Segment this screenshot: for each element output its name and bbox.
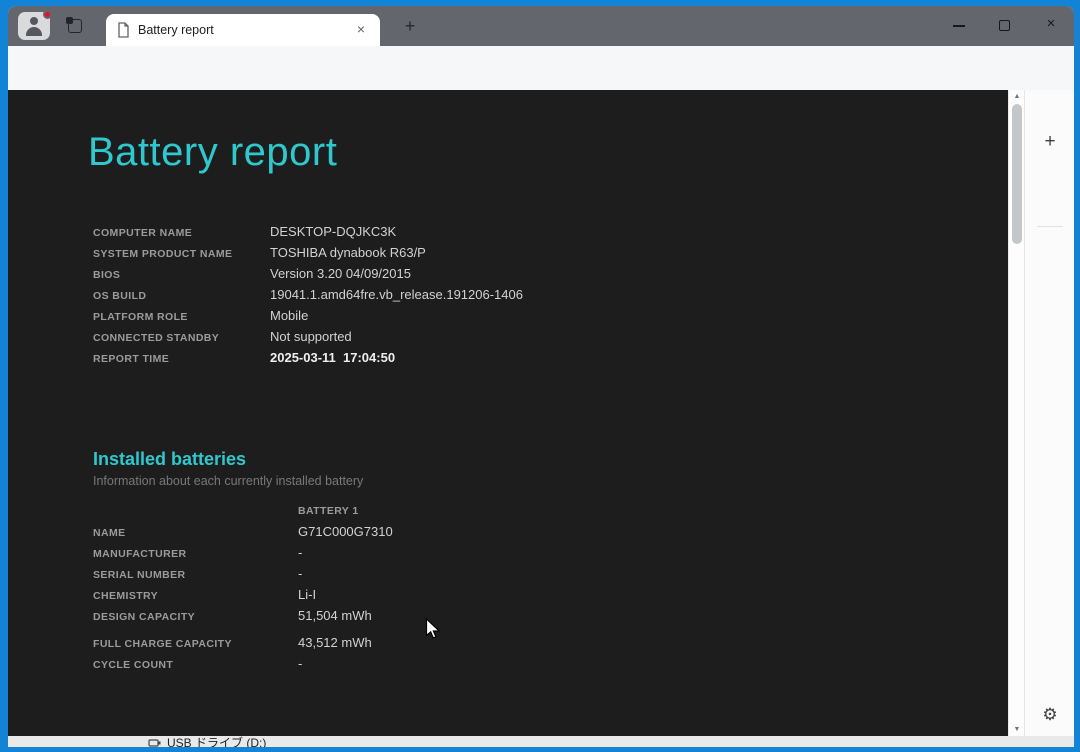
tab-title: Battery report bbox=[138, 23, 214, 37]
field-label: MANUFACTURER bbox=[93, 548, 187, 560]
close-button[interactable]: × bbox=[1028, 6, 1074, 46]
system-info-row: PLATFORM ROLE Mobile bbox=[8, 308, 1008, 329]
background-explorer-window[interactable]: USB ドライブ (D:) bbox=[8, 736, 1074, 747]
browser-tab[interactable]: Battery report × bbox=[106, 14, 380, 46]
sidebar-divider bbox=[1037, 226, 1063, 227]
battery-info-row: CHEMISTRY Li-I bbox=[8, 587, 1008, 608]
field-value: 43,512 mWh bbox=[298, 635, 372, 650]
sidebar-settings-button[interactable]: ⚙ bbox=[1039, 704, 1061, 726]
mouse-cursor bbox=[425, 618, 441, 639]
field-value: - bbox=[298, 656, 303, 671]
scroll-down-icon[interactable]: ▼ bbox=[1009, 726, 1025, 733]
battery-info-row: MANUFACTURER - bbox=[8, 545, 1008, 566]
title-bar: Battery report × + × bbox=[8, 6, 1074, 46]
drive-label: USB ドライブ (D:) bbox=[167, 736, 267, 747]
battery-report-page: Battery report COMPUTER NAME DESKTOP-DQJ… bbox=[8, 90, 1008, 736]
section-heading: Installed batteries bbox=[93, 449, 247, 469]
system-info-row: BIOS Version 3.20 04/09/2015 bbox=[8, 266, 1008, 287]
page-title: Battery report bbox=[88, 130, 338, 174]
field-value: Not supported bbox=[270, 329, 352, 344]
field-value: 51,504 mWh bbox=[298, 608, 372, 623]
content-area: Battery report COMPUTER NAME DESKTOP-DQJ… bbox=[8, 90, 1074, 736]
system-info-row: OS BUILD 19041.1.amd64fre.vb_release.191… bbox=[8, 287, 1008, 308]
field-label: DESIGN CAPACITY bbox=[93, 611, 196, 623]
tab-close-icon[interactable]: × bbox=[352, 21, 370, 39]
field-value: Mobile bbox=[270, 308, 309, 323]
scroll-up-icon[interactable]: ▲ bbox=[1009, 93, 1025, 100]
avatar-icon bbox=[26, 27, 42, 36]
field-label: CYCLE COUNT bbox=[93, 659, 174, 671]
workspaces-icon[interactable] bbox=[66, 17, 84, 35]
profile-notification-dot bbox=[43, 10, 52, 19]
field-value: - bbox=[298, 566, 303, 581]
page-scrollbar[interactable]: ▲ ▼ bbox=[1008, 90, 1024, 736]
field-label: OS BUILD bbox=[93, 290, 147, 302]
battery-column-header: BATTERY 1 bbox=[298, 505, 359, 517]
field-value: 19041.1.amd64fre.vb_release.191206-1406 bbox=[270, 287, 523, 302]
system-info-row: CONNECTED STANDBY Not supported bbox=[8, 329, 1008, 350]
battery-info-row: SERIAL NUMBER - bbox=[8, 566, 1008, 587]
field-label: BIOS bbox=[93, 269, 121, 281]
field-value: G71C000G7310 bbox=[298, 524, 393, 539]
close-icon: × bbox=[1046, 15, 1056, 32]
field-label: CONNECTED STANDBY bbox=[93, 332, 220, 344]
field-value: 2025-03-11 17:04:50 bbox=[270, 350, 396, 365]
desktop: { "browser": { "tab_title": "Battery rep… bbox=[0, 0, 1080, 752]
field-value: - bbox=[298, 545, 303, 560]
profile-button[interactable] bbox=[18, 10, 52, 40]
field-value: TOSHIBA dynabook R63/P bbox=[270, 245, 426, 260]
usb-drive-icon bbox=[148, 739, 161, 747]
maximize-icon bbox=[999, 20, 1010, 31]
browser-window: Battery report × + × ← bbox=[8, 6, 1074, 736]
new-tab-button[interactable]: + bbox=[398, 16, 422, 38]
field-value: Li-I bbox=[298, 587, 317, 602]
avatar-icon bbox=[30, 17, 38, 25]
maximize-button[interactable] bbox=[982, 6, 1028, 46]
scrollbar-thumb[interactable] bbox=[1012, 104, 1022, 244]
window-controls: × bbox=[936, 6, 1074, 46]
battery-info-row: DESIGN CAPACITY 51,504 mWh bbox=[8, 608, 1008, 629]
field-label: COMPUTER NAME bbox=[93, 227, 193, 239]
field-label: SYSTEM PRODUCT NAME bbox=[93, 248, 233, 260]
minimize-icon bbox=[953, 25, 965, 27]
system-info-row: COMPUTER NAME DESKTOP-DQJKC3K bbox=[8, 224, 1008, 245]
battery-info-row: NAME G71C000G7310 bbox=[8, 524, 1008, 545]
battery-info-row: CYCLE COUNT - bbox=[8, 656, 1008, 677]
field-value: DESKTOP-DQJKC3K bbox=[270, 224, 397, 239]
system-info-row: REPORT TIME 2025-03-11 17:04:50 bbox=[8, 350, 1008, 371]
system-info-row: SYSTEM PRODUCT NAME TOSHIBA dynabook R63… bbox=[8, 245, 1008, 266]
page-icon bbox=[118, 22, 129, 38]
section-subtitle: Information about each currently install… bbox=[93, 474, 364, 488]
battery-info-row: FULL CHARGE CAPACITY 43,512 mWh bbox=[8, 635, 1008, 656]
field-label: SERIAL NUMBER bbox=[93, 569, 186, 581]
sidebar-add-button[interactable]: + bbox=[1038, 130, 1062, 154]
field-label: NAME bbox=[93, 527, 126, 539]
minimize-button[interactable] bbox=[936, 6, 982, 46]
edge-sidebar: + ⚙ bbox=[1024, 90, 1074, 736]
field-label: REPORT TIME bbox=[93, 353, 170, 365]
field-label: FULL CHARGE CAPACITY bbox=[93, 638, 232, 650]
field-value: Version 3.20 04/09/2015 bbox=[270, 266, 411, 281]
toolbar: ← ファイル | C:/battery-report.html bbox=[8, 46, 1074, 124]
field-label: PLATFORM ROLE bbox=[93, 311, 188, 323]
field-label: CHEMISTRY bbox=[93, 590, 159, 602]
